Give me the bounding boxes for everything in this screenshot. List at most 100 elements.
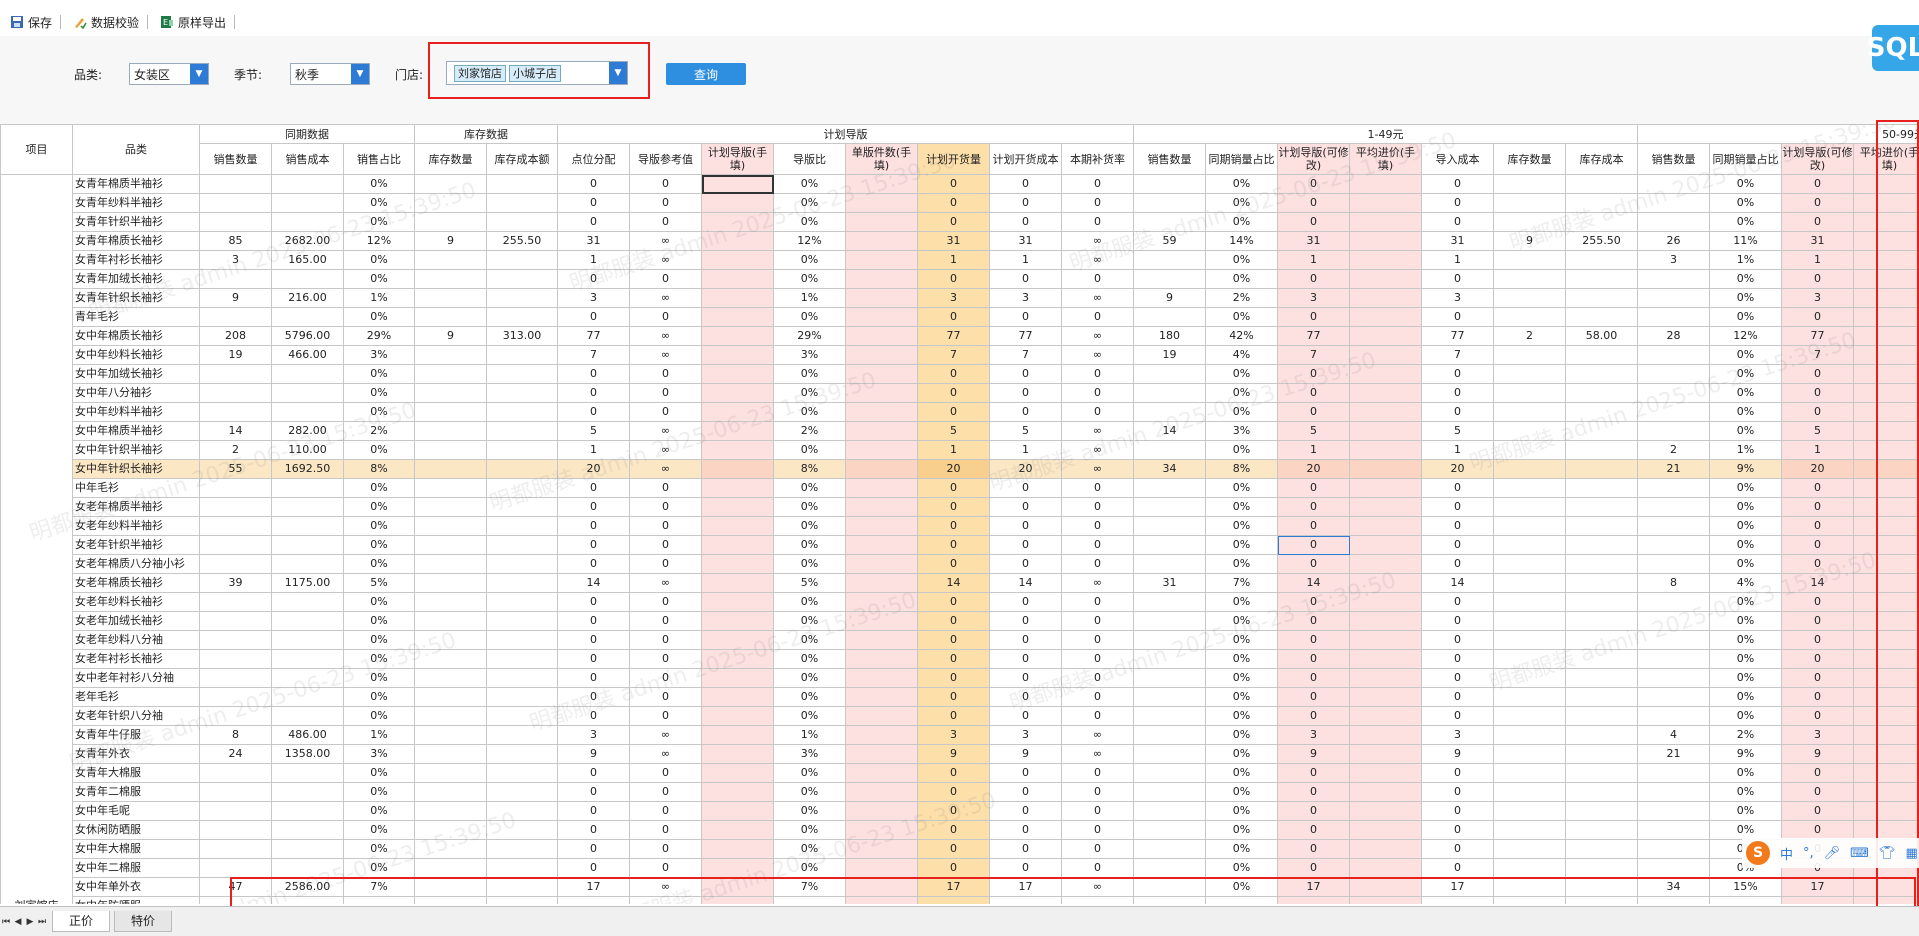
- cell-r2pct[interactable]: 0%: [1206, 555, 1278, 574]
- cell-open-cost[interactable]: 0: [990, 859, 1062, 878]
- col-header[interactable]: 本期补货率: [1062, 144, 1134, 175]
- cell-iq[interactable]: [415, 346, 487, 365]
- cell-r3plan[interactable]: 0: [1782, 175, 1854, 194]
- cell-restock-rate[interactable]: 0: [1062, 688, 1134, 707]
- cell-pa[interactable]: 0: [558, 479, 630, 498]
- col-header[interactable]: 库存成本额: [487, 144, 558, 175]
- cell-iq[interactable]: [415, 631, 487, 650]
- cell-sc[interactable]: [272, 555, 344, 574]
- cell-r2q[interactable]: [1134, 707, 1206, 726]
- cell-restock-rate[interactable]: ∞: [1062, 422, 1134, 441]
- cell-restock-rate[interactable]: 0: [1062, 631, 1134, 650]
- cell-r3plan[interactable]: 0: [1782, 764, 1854, 783]
- cell-ref[interactable]: ∞: [630, 745, 702, 764]
- cell-ratio-pct[interactable]: 0%: [774, 859, 846, 878]
- cell-r2ic[interactable]: [1566, 726, 1638, 745]
- cell-r2cost[interactable]: 1: [1422, 251, 1494, 270]
- cell-ref[interactable]: 0: [630, 479, 702, 498]
- cell-name[interactable]: 女中老年衬衫八分袖: [73, 669, 200, 688]
- cell-r2q[interactable]: 9: [1134, 289, 1206, 308]
- cell-r3plan[interactable]: 0: [1782, 536, 1854, 555]
- cell-sc[interactable]: [272, 650, 344, 669]
- cell-iq[interactable]: [415, 289, 487, 308]
- cell-pa[interactable]: 0: [558, 517, 630, 536]
- cell-r2plan[interactable]: 0: [1278, 403, 1350, 422]
- cell-r3q[interactable]: [1638, 593, 1710, 612]
- cell-plan-input[interactable]: [702, 612, 774, 631]
- cell-r2price[interactable]: [1350, 688, 1422, 707]
- cell-open-qty[interactable]: 0: [918, 536, 990, 555]
- cell-open-qty[interactable]: 0: [918, 270, 990, 289]
- cell-name[interactable]: 女青年牛仔服: [73, 726, 200, 745]
- cell-unit-input[interactable]: [846, 175, 918, 194]
- cell-sp[interactable]: 0%: [344, 859, 415, 878]
- cell-iq[interactable]: 9: [415, 232, 487, 251]
- next-sheet-icon[interactable]: ▶: [24, 917, 36, 927]
- cell-ratio-pct[interactable]: 0%: [774, 365, 846, 384]
- cell-r2pct[interactable]: 0%: [1206, 536, 1278, 555]
- cell-restock-rate[interactable]: 0: [1062, 403, 1134, 422]
- cell-ratio-pct[interactable]: 0%: [774, 764, 846, 783]
- cell-open-cost[interactable]: 14: [990, 574, 1062, 593]
- cell-r2iq[interactable]: [1494, 631, 1566, 650]
- cell-pa[interactable]: 0: [558, 213, 630, 232]
- cell-r2plan[interactable]: 31: [1278, 232, 1350, 251]
- cell-pa[interactable]: 0: [558, 840, 630, 859]
- cell-unit-input[interactable]: [846, 650, 918, 669]
- cell-sp[interactable]: 1%: [344, 289, 415, 308]
- cell-unit-input[interactable]: [846, 365, 918, 384]
- cell-r2pct[interactable]: 0%: [1206, 745, 1278, 764]
- cell-r2price[interactable]: [1350, 460, 1422, 479]
- cell-r3pct[interactable]: 0%: [1710, 422, 1782, 441]
- cell-unit-input[interactable]: [846, 536, 918, 555]
- cell-unit-input[interactable]: [846, 555, 918, 574]
- cell-sp[interactable]: 0%: [344, 631, 415, 650]
- cell-open-cost[interactable]: 0: [990, 403, 1062, 422]
- cell-r3pct[interactable]: 0%: [1710, 270, 1782, 289]
- cell-r2price[interactable]: [1350, 821, 1422, 840]
- cell-empty[interactable]: [990, 897, 1062, 905]
- cell-restock-rate[interactable]: 0: [1062, 384, 1134, 403]
- cell-empty[interactable]: [1278, 897, 1350, 905]
- cell-r2cost[interactable]: 9: [1422, 745, 1494, 764]
- cell-r2plan[interactable]: 0: [1278, 194, 1350, 213]
- cell-r2q[interactable]: [1134, 593, 1206, 612]
- cell-open-cost[interactable]: 20: [990, 460, 1062, 479]
- cell-iq[interactable]: [415, 251, 487, 270]
- cell-sc[interactable]: [272, 479, 344, 498]
- cell-sc[interactable]: [272, 517, 344, 536]
- cell-plan-input[interactable]: [702, 631, 774, 650]
- cell-r3q[interactable]: [1638, 555, 1710, 574]
- prev-sheet-icon[interactable]: ◀: [12, 917, 24, 927]
- cell-r2ic[interactable]: [1566, 213, 1638, 232]
- cell-plan-input[interactable]: [702, 403, 774, 422]
- cell-name[interactable]: 女老年针织八分袖: [73, 707, 200, 726]
- cell-open-cost[interactable]: 0: [990, 650, 1062, 669]
- cell-r2ic[interactable]: [1566, 289, 1638, 308]
- cell-r3pct[interactable]: 0%: [1710, 289, 1782, 308]
- cell-sq[interactable]: [200, 479, 272, 498]
- cell-unit-input[interactable]: [846, 441, 918, 460]
- cell-r2ic[interactable]: [1566, 840, 1638, 859]
- cell-ic[interactable]: [487, 175, 558, 194]
- cell-r3q[interactable]: 21: [1638, 745, 1710, 764]
- cell-open-cost[interactable]: 0: [990, 308, 1062, 327]
- cell-iq[interactable]: [415, 175, 487, 194]
- cell-open-cost[interactable]: 1: [990, 251, 1062, 270]
- cell-sp[interactable]: 0%: [344, 251, 415, 270]
- cell-sc[interactable]: [272, 688, 344, 707]
- cell-iq[interactable]: [415, 498, 487, 517]
- cell-open-qty[interactable]: 0: [918, 631, 990, 650]
- cell-r2q[interactable]: [1134, 403, 1206, 422]
- cell-open-qty[interactable]: 3: [918, 726, 990, 745]
- cell-r3q[interactable]: [1638, 859, 1710, 878]
- cell-iq[interactable]: [415, 194, 487, 213]
- cell-r2pct[interactable]: 0%: [1206, 194, 1278, 213]
- cell-name[interactable]: 女老年加绒长袖衫: [73, 612, 200, 631]
- cell-unit-input[interactable]: [846, 726, 918, 745]
- cell-pa[interactable]: 1: [558, 251, 630, 270]
- cell-r2pct[interactable]: 0%: [1206, 593, 1278, 612]
- cell-open-qty[interactable]: 5: [918, 422, 990, 441]
- cell-plan-input[interactable]: [702, 232, 774, 251]
- cell-r2plan[interactable]: 14: [1278, 574, 1350, 593]
